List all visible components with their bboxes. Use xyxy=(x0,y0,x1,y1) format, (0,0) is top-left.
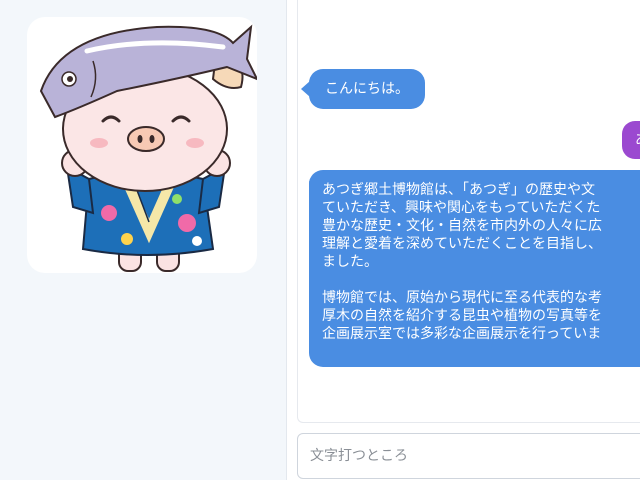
bot-message: あつぎ郷土博物館は、「あつぎ」の歴史や文 ていただき、興味や関心をもっていただく… xyxy=(309,170,640,367)
mascot-avatar xyxy=(27,17,257,273)
message-input[interactable] xyxy=(297,433,640,479)
bot-message: こんにちは。 xyxy=(301,69,425,109)
sidebar xyxy=(0,0,287,480)
chat-panel: こんにちは。 あ あつぎ郷土博物館は、「あつぎ」の歴史や文 ていただき、興味や関… xyxy=(297,0,640,423)
pig-mascot-icon xyxy=(39,24,257,272)
user-message: あ xyxy=(622,121,640,159)
